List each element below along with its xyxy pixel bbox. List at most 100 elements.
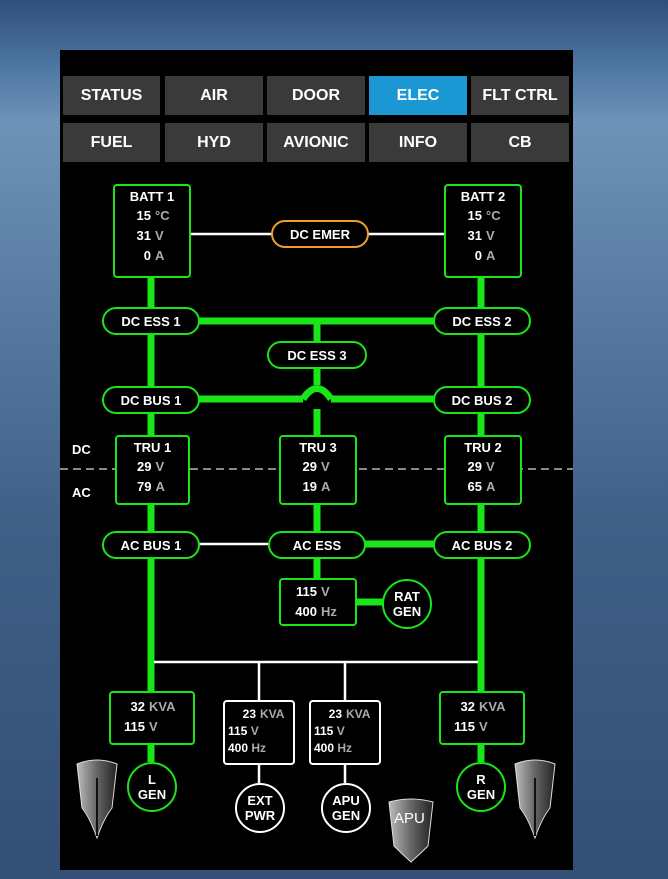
ext-kva-unit: KVA — [260, 707, 285, 721]
apu-volt: 115 — [314, 724, 334, 738]
apu-gen-line1: APU — [332, 793, 360, 808]
r-gen-line2: GEN — [466, 787, 496, 802]
apu-kva-unit: KVA — [346, 707, 371, 721]
ext-kva: 23 — [242, 707, 256, 721]
apu-gen-box[interactable]: 23 KVA 115 V 400 Hz — [309, 700, 381, 765]
batt1-volt: 31 — [136, 228, 151, 243]
rat-volt: 115 — [296, 584, 317, 599]
r-gen-kva: 32 — [460, 699, 475, 714]
dc-ess2-bus[interactable]: DC ESS 2 — [433, 307, 531, 335]
rat-gen-line2: GEN — [392, 604, 422, 619]
tru3-amp-unit: A — [321, 479, 331, 494]
ext-freq: 400 — [228, 741, 249, 755]
r-gen-box[interactable]: 32 KVA 115 V — [439, 691, 525, 745]
dc-ess1-bus[interactable]: DC ESS 1 — [102, 307, 200, 335]
batt2-amp: 0 — [474, 248, 482, 263]
tru3-volt-unit: V — [321, 459, 330, 474]
batt1-temp: 15 — [136, 208, 151, 223]
tab-door[interactable]: DOOR — [267, 76, 365, 115]
r-gen-kva-unit: KVA — [479, 699, 506, 714]
rat-box[interactable]: 115 V 400 Hz — [279, 578, 357, 626]
tab-status[interactable]: STATUS — [63, 76, 160, 115]
ext-pwr-box[interactable]: 23 KVA 115 V 400 Hz — [223, 700, 295, 765]
batt1-temp-unit: °C — [155, 208, 170, 223]
l-gen-volt-unit: V — [149, 719, 158, 734]
ext-volt: 115 — [228, 724, 248, 738]
batt1-amp-unit: A — [155, 248, 165, 263]
tru1-box[interactable]: TRU 1 29 V 79 A — [115, 435, 190, 505]
apu-gen-line2: GEN — [331, 808, 361, 823]
ac-section-label: AC — [72, 485, 91, 500]
l-gen-box[interactable]: 32 KVA 115 V — [109, 691, 195, 745]
ext-pwr-line1: EXT — [247, 793, 273, 808]
right-engine-icon — [514, 759, 556, 840]
l-gen-line1: L — [148, 772, 156, 787]
tab-info[interactable]: INFO — [369, 123, 467, 162]
tru2-volt-unit: V — [486, 459, 495, 474]
batt1-box[interactable]: BATT 1 15 °C 31 V 0A — [113, 184, 191, 278]
batt1-volt-unit: V — [155, 228, 164, 243]
tab-hyd[interactable]: HYD — [165, 123, 263, 162]
batt1-amp: 0 — [143, 248, 151, 263]
r-gen[interactable]: R GEN — [456, 762, 506, 812]
r-gen-volt-unit: V — [479, 719, 488, 734]
apu-freq: 400 — [314, 741, 335, 755]
tru2-amp-unit: A — [486, 479, 496, 494]
apu-gen[interactable]: APU GEN — [321, 783, 371, 833]
tru1-title: TRU 1 — [133, 440, 172, 455]
batt2-title: BATT 2 — [460, 189, 506, 204]
tab-avionic[interactable]: AVIONIC — [267, 123, 365, 162]
ac-bus2[interactable]: AC BUS 2 — [433, 531, 531, 559]
batt2-volt: 31 — [467, 228, 482, 243]
batt2-amp-unit: A — [486, 248, 496, 263]
rat-gen-line1: RAT — [394, 589, 420, 604]
ac-bus1[interactable]: AC BUS 1 — [102, 531, 200, 559]
tab-fuel[interactable]: FUEL — [63, 123, 160, 162]
rat-gen[interactable]: RAT GEN — [382, 579, 432, 629]
tru2-title: TRU 2 — [464, 440, 502, 455]
apu-kva: 23 — [328, 707, 342, 721]
l-gen[interactable]: L GEN — [127, 762, 177, 812]
rat-volt-unit: V — [321, 584, 330, 599]
tru3-box[interactable]: TRU 3 29 V 19 A — [279, 435, 357, 505]
ext-freq-unit: Hz — [251, 741, 267, 755]
tru2-box[interactable]: TRU 2 29 V 65 A — [444, 435, 522, 505]
tru2-amp: 65 — [467, 479, 482, 494]
batt2-temp: 15 — [467, 208, 482, 223]
dc-bus2[interactable]: DC BUS 2 — [433, 386, 531, 414]
tab-cb[interactable]: CB — [471, 123, 569, 162]
dc-ess3-bus[interactable]: DC ESS 3 — [267, 341, 367, 369]
ac-ess-bus[interactable]: AC ESS — [268, 531, 366, 559]
apu-freq-unit: Hz — [337, 741, 353, 755]
tru1-amp-unit: A — [155, 479, 165, 494]
l-gen-volt: 115 — [124, 719, 145, 734]
tru1-amp: 79 — [137, 479, 152, 494]
apu-icon — [388, 798, 434, 863]
batt2-temp-unit: °C — [486, 208, 501, 223]
batt2-box[interactable]: BATT 2 15 °C 31 V 0A — [444, 184, 522, 278]
tru3-title: TRU 3 — [299, 440, 337, 455]
dc-bus1[interactable]: DC BUS 1 — [102, 386, 200, 414]
rat-freq-unit: Hz — [321, 604, 337, 619]
r-gen-volt: 115 — [454, 719, 475, 734]
tab-flt-ctrl[interactable]: FLT CTRL — [471, 76, 569, 115]
ext-volt-unit: V — [250, 724, 259, 738]
ext-pwr[interactable]: EXT PWR — [235, 783, 285, 833]
tru1-volt-unit: V — [155, 459, 165, 474]
apu-icon-label: APU — [394, 810, 425, 827]
ext-pwr-line2: PWR — [244, 808, 276, 823]
apu-volt-unit: V — [336, 724, 345, 738]
tru1-volt: 29 — [137, 459, 152, 474]
batt2-volt-unit: V — [486, 228, 495, 243]
dc-emer-bus[interactable]: DC EMER — [271, 220, 369, 248]
tab-air[interactable]: AIR — [165, 76, 263, 115]
tru2-volt: 29 — [467, 459, 482, 474]
tab-elec[interactable]: ELEC — [369, 76, 467, 115]
tru3-volt: 29 — [302, 459, 317, 474]
l-gen-kva: 32 — [130, 699, 145, 714]
r-gen-line1: R — [476, 772, 486, 787]
rat-freq: 400 — [295, 604, 317, 619]
l-gen-kva-unit: KVA — [149, 699, 176, 714]
dc-section-label: DC — [72, 442, 91, 457]
left-engine-icon — [76, 759, 118, 840]
